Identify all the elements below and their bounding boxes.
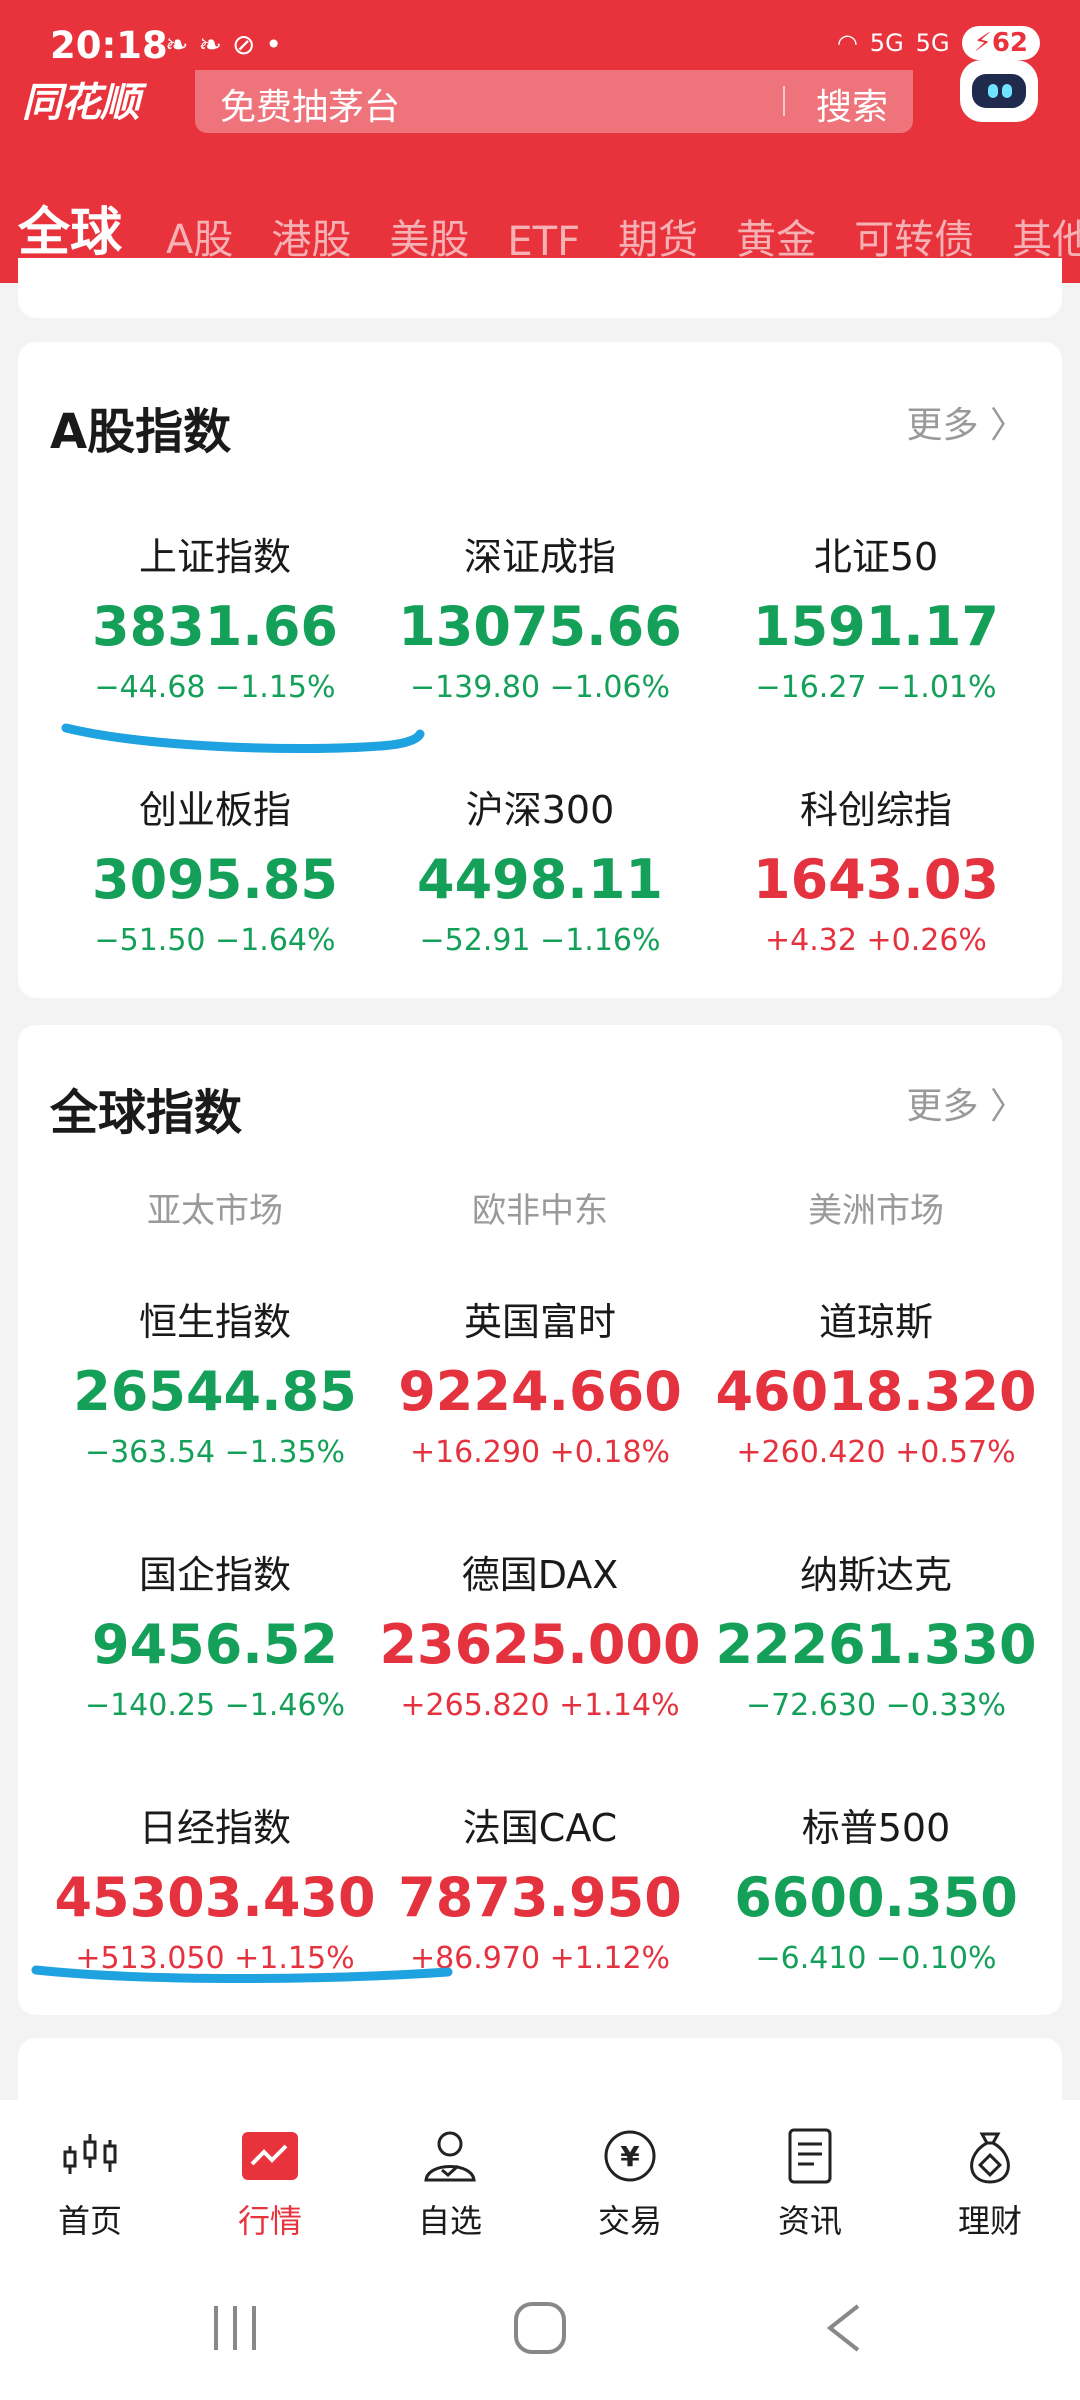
underline-annotation: [61, 723, 425, 754]
nav-market[interactable]: 行情: [180, 2100, 360, 2260]
nav-home[interactable]: 首页: [0, 2100, 180, 2260]
nav-label: 首页: [57, 2202, 122, 2240]
nav-label: 交易: [597, 2202, 662, 2240]
system-navigation-bar: [0, 2260, 1080, 2400]
nav-wealth[interactable]: 理财: [900, 2100, 1080, 2260]
nav-label: 资讯: [777, 2202, 842, 2240]
recent-apps-icon[interactable]: [210, 2300, 260, 2360]
nav-label: 行情: [237, 2202, 302, 2240]
user-star-icon: [420, 2126, 480, 2186]
market-chart-icon: [240, 2126, 300, 2186]
money-bag-icon: [960, 2126, 1020, 2186]
candlestick-icon: [60, 2126, 120, 2186]
nav-news[interactable]: 资讯: [720, 2100, 900, 2260]
svg-text:¥: ¥: [620, 2140, 640, 2173]
nav-label: 自选: [417, 2202, 482, 2240]
nav-watchlist[interactable]: 自选: [360, 2100, 540, 2260]
home-icon[interactable]: [512, 2300, 568, 2360]
yuan-coin-icon: ¥: [600, 2126, 660, 2186]
nav-label: 理财: [957, 2202, 1022, 2240]
bottom-navigation: 首页 行情 自选 ¥ 交易 资讯 理财: [0, 2100, 1080, 2260]
nav-trade[interactable]: ¥ 交易: [540, 2100, 720, 2260]
underline-annotation: [31, 1965, 453, 1983]
document-icon: [780, 2126, 840, 2186]
back-icon[interactable]: [822, 2300, 866, 2360]
